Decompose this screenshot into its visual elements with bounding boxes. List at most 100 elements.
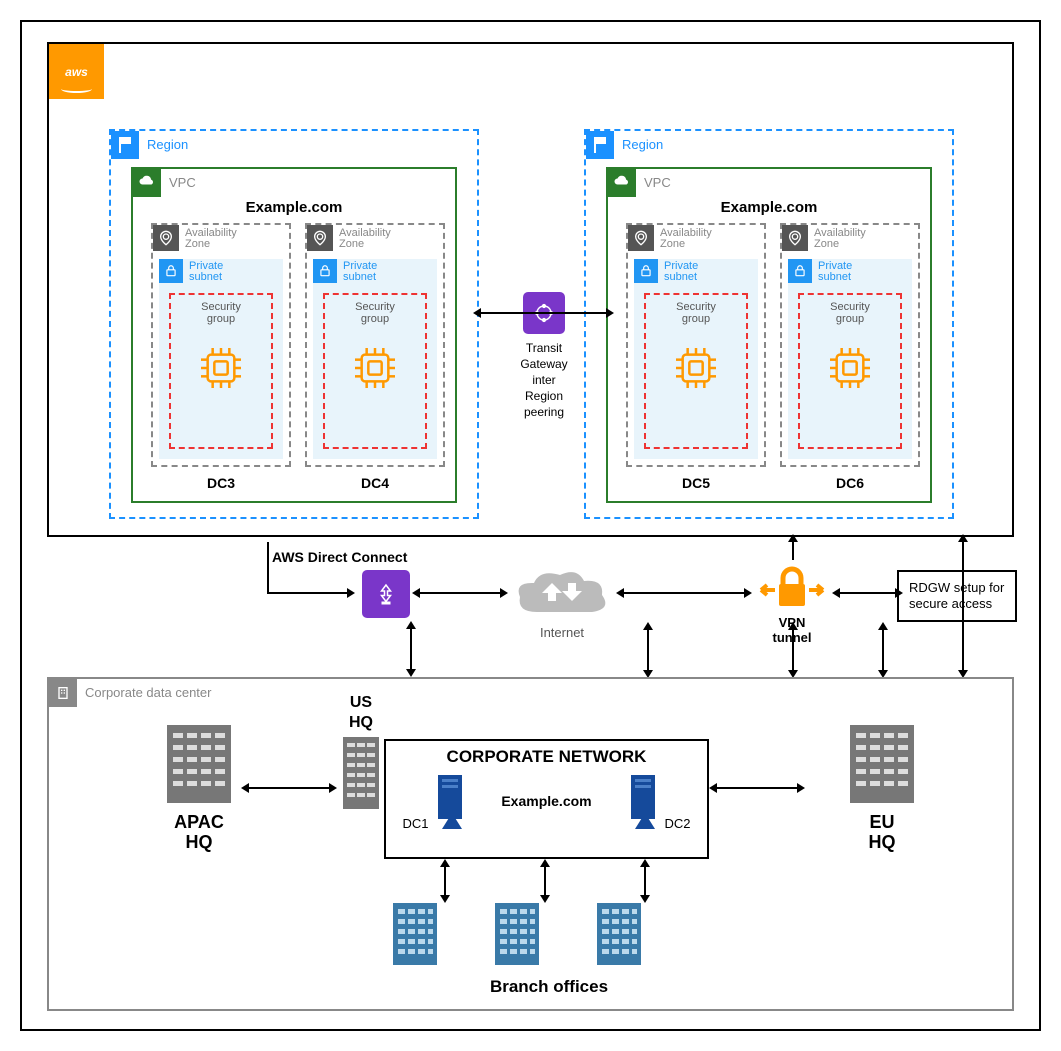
domain-label: Example.com	[133, 199, 455, 216]
private-subnet: Privatesubnet Securitygroup	[788, 259, 912, 459]
security-group: Securitygroup	[169, 293, 273, 449]
architecture-diagram: aws Region VPC Example.com AvailabilityZ…	[20, 20, 1041, 1031]
dc-label: DC5	[626, 475, 766, 491]
availability-zone-dc5: AvailabilityZone Privatesubnet Securityg…	[626, 223, 766, 467]
region-label: Region	[622, 137, 663, 152]
corpnet-title: CORPORATE NETWORK	[386, 747, 707, 767]
sg-label: Securitygroup	[325, 301, 425, 325]
building-icon	[49, 679, 77, 707]
vpc-label: VPC	[169, 175, 196, 190]
subnet-label: Privatesubnet	[818, 261, 852, 283]
private-subnet: Privatesubnet Securitygroup	[159, 259, 283, 459]
eu-hq-label: EUHQ	[842, 812, 922, 852]
aws-cloud-container: aws Region VPC Example.com AvailabilityZ…	[47, 42, 1014, 537]
private-subnet: Privatesubnet Securitygroup	[313, 259, 437, 459]
region-2: Region VPC Example.com AvailabilityZone	[584, 129, 954, 519]
branch-label: Branch offices	[449, 977, 649, 997]
region-label: Region	[147, 137, 188, 152]
connector	[544, 867, 546, 895]
subnet-label: Privatesubnet	[343, 261, 377, 283]
connector	[792, 542, 794, 560]
apac-hq-label: APACHQ	[159, 812, 239, 852]
vpc-label: VPC	[644, 175, 671, 190]
sg-label: Securitygroup	[800, 301, 900, 325]
internet-label: Internet	[512, 625, 612, 640]
az-label: AvailabilityZone	[814, 227, 866, 250]
apac-hq: APACHQ	[159, 719, 239, 852]
connector	[267, 592, 347, 594]
server-icon	[625, 771, 661, 831]
us-hq: USHQ	[339, 693, 383, 816]
availability-zone-dc6: AvailabilityZone Privatesubnet Securityg…	[780, 223, 920, 467]
aws-logo-text: aws	[65, 65, 88, 79]
region-flag-icon	[586, 131, 614, 159]
tgw-label: TransitGatewayinterRegionpeering	[504, 340, 584, 420]
us-hq-label: USHQ	[339, 693, 383, 733]
connector	[267, 542, 269, 592]
az-label: AvailabilityZone	[185, 227, 237, 250]
corpnet-domain: Example.com	[501, 793, 591, 809]
connector	[840, 592, 895, 594]
office-building-icon	[842, 719, 922, 809]
sg-label: Securitygroup	[171, 301, 271, 325]
internet-cloud-icon	[512, 567, 612, 622]
server-label: DC1	[402, 816, 428, 831]
pin-icon	[782, 225, 808, 251]
az-label: AvailabilityZone	[660, 227, 712, 250]
connector	[882, 630, 884, 670]
region-1: Region VPC Example.com AvailabilityZone	[109, 129, 479, 519]
corporate-network-box: CORPORATE NETWORK DC1 Example.com DC2	[384, 739, 709, 859]
office-building-icon	[159, 719, 239, 809]
connector	[420, 592, 500, 594]
availability-zone-dc4: AvailabilityZone Privatesubnet Securityg…	[305, 223, 445, 467]
vpc-2: VPC Example.com AvailabilityZone Private…	[606, 167, 932, 503]
az-label: AvailabilityZone	[339, 227, 391, 250]
availability-zone-dc3: AvailabilityZone Privatesubnet Securityg…	[151, 223, 291, 467]
region-flag-icon	[111, 131, 139, 159]
rdgw-note: RDGW setup for secure access	[897, 570, 1017, 622]
branch-building-icon	[593, 899, 645, 969]
ec2-instance-icon	[196, 343, 246, 393]
connector	[444, 867, 446, 895]
connector	[249, 787, 329, 789]
office-building-icon	[339, 733, 383, 813]
direct-connect-icon	[362, 570, 410, 618]
ec2-instance-icon	[350, 343, 400, 393]
connector	[624, 592, 744, 594]
aws-logo-icon: aws	[49, 44, 104, 99]
corporate-data-center: Corporate data center APACHQ USHQ	[47, 677, 1014, 1011]
connector	[717, 787, 797, 789]
lock-icon	[634, 259, 658, 283]
security-group: Securitygroup	[644, 293, 748, 449]
lock-icon	[788, 259, 812, 283]
dc-label: DC6	[780, 475, 920, 491]
vpc-1: VPC Example.com AvailabilityZone Private…	[131, 167, 457, 503]
connector	[410, 629, 412, 669]
branch-offices	[389, 899, 645, 969]
pin-icon	[307, 225, 333, 251]
pin-icon	[628, 225, 654, 251]
connector	[792, 630, 794, 670]
arrow-tgw-peering	[481, 312, 606, 314]
subnet-label: Privatesubnet	[664, 261, 698, 283]
ec2-instance-icon	[825, 343, 875, 393]
corp-label: Corporate data center	[85, 685, 211, 700]
dc-label: DC3	[151, 475, 291, 491]
internet: Internet	[512, 567, 612, 640]
security-group: Securitygroup	[323, 293, 427, 449]
eu-hq: EUHQ	[842, 719, 922, 852]
pin-icon	[153, 225, 179, 251]
direct-connect-label: AWS Direct Connect	[272, 549, 407, 565]
dc-label: DC4	[305, 475, 445, 491]
lock-icon	[159, 259, 183, 283]
branch-building-icon	[491, 899, 543, 969]
vpc-icon	[133, 169, 161, 197]
connector	[647, 630, 649, 670]
sg-label: Securitygroup	[646, 301, 746, 325]
branch-building-icon	[389, 899, 441, 969]
connector	[644, 867, 646, 895]
lock-icon	[313, 259, 337, 283]
server-icon	[432, 771, 468, 831]
connector	[962, 542, 964, 670]
vpc-icon	[608, 169, 636, 197]
